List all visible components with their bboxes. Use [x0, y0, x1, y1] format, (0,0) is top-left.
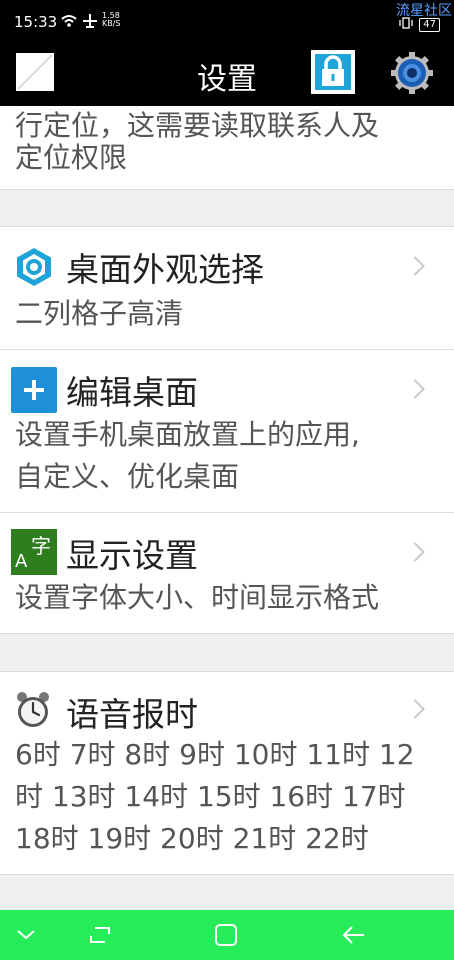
- svg-text:字: 字: [31, 534, 51, 558]
- chevron-right-icon: [405, 379, 425, 399]
- item-title: 显示设置: [66, 536, 198, 575]
- status-time: 15:33: [14, 13, 58, 31]
- voice-time-group: 语音报时 6时 7时 8时 9时 10时 11时 12 时 13时 14时 15…: [0, 671, 454, 875]
- back-icon[interactable]: [334, 910, 374, 960]
- item-desc-line2: 自定义、优化桌面: [15, 460, 240, 493]
- chevron-down-icon[interactable]: [6, 910, 46, 960]
- chevron-right-icon: [405, 699, 425, 719]
- network-speed: 1.58 KB/S: [102, 12, 121, 28]
- lock-icon[interactable]: [311, 50, 355, 94]
- list-item-voice-time[interactable]: 语音报时 6时 7时 8时 9时 10时 11时 12 时 13时 14时 15…: [0, 672, 454, 876]
- item-desc: 设置字体大小、时间显示格式: [15, 581, 380, 614]
- home-icon[interactable]: [206, 910, 246, 960]
- hexagon-gear-icon: [12, 245, 56, 293]
- item-title: 编辑桌面: [66, 373, 198, 412]
- location-permission-card: 行定位，这需要读取联系人及 定位权限: [0, 106, 454, 190]
- page-title: 设置: [197, 62, 257, 97]
- status-right: 47: [399, 17, 440, 32]
- wifi-airplane-icons: [60, 12, 100, 34]
- vibrate-icon: [399, 17, 413, 32]
- list-item-edit-desktop[interactable]: 编辑桌面 设置手机桌面放置上的应用, 自定义、优化桌面: [0, 350, 454, 512]
- chevron-right-icon: [405, 256, 425, 276]
- app-header: 设置: [0, 46, 454, 106]
- font-icon: A 字: [11, 529, 57, 579]
- list-item-display-settings[interactable]: A 字 显示设置 设置字体大小、时间显示格式: [0, 513, 454, 635]
- item-desc-line2: 时 13时 14时 15时 16时 17时: [15, 780, 406, 813]
- partial-text-line2: 定位权限: [15, 141, 128, 174]
- alarm-clock-icon: [13, 690, 53, 734]
- speed-unit: KB/S: [102, 19, 121, 28]
- item-desc-line3: 18时 19时 20时 21时 22时: [15, 822, 369, 855]
- recent-apps-icon[interactable]: [80, 910, 120, 960]
- chevron-right-icon: [405, 542, 425, 562]
- item-title: 桌面外观选择: [66, 250, 264, 289]
- battery-indicator: 47: [419, 17, 440, 32]
- item-title: 语音报时: [66, 695, 198, 734]
- item-desc-line1: 设置手机桌面放置上的应用,: [15, 418, 360, 451]
- svg-text:A: A: [15, 551, 28, 572]
- item-desc: 二列格子高清: [15, 297, 184, 330]
- list-item-desktop-appearance[interactable]: 桌面外观选择 二列格子高清: [0, 227, 454, 349]
- item-desc-line1: 6时 7时 8时 9时 10时 11时 12: [15, 738, 415, 771]
- desktop-settings-group: 桌面外观选择 二列格子高清 编辑桌面 设置手机桌面放置上的应用, 自定义、优化桌…: [0, 226, 454, 634]
- gear-icon[interactable]: [390, 51, 434, 95]
- status-bar: 15:33 1.58 KB/S 流星社区 47: [0, 0, 454, 46]
- settings-list[interactable]: 行定位，这需要读取联系人及 定位权限 桌面外观选择 二列格子高清 编辑桌面 设置…: [0, 106, 454, 910]
- navigation-bar: [0, 910, 454, 960]
- plus-icon: [11, 367, 57, 417]
